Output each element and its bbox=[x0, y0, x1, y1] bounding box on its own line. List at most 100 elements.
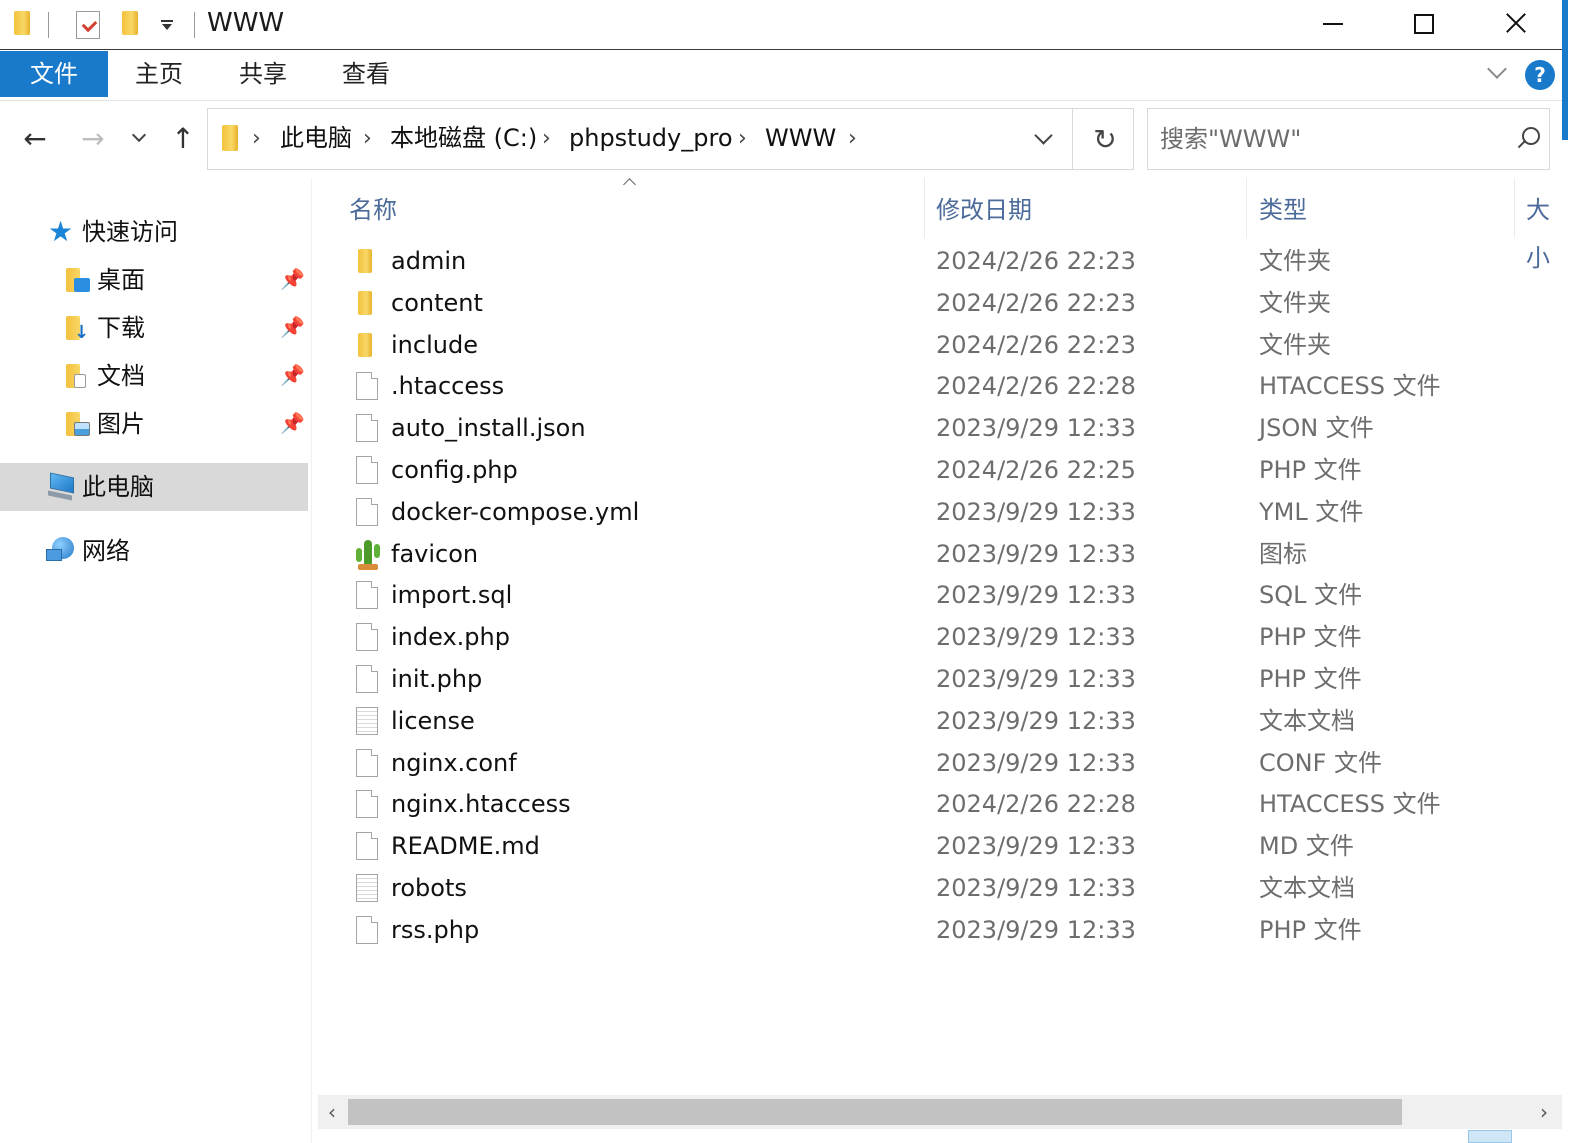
sidebar-item-network[interactable]: 网络 bbox=[0, 527, 308, 575]
sidebar-item-this-pc[interactable]: 此电脑 bbox=[0, 463, 308, 511]
table-row[interactable]: rss.php 2023/9/29 12:33 PHP 文件 bbox=[314, 909, 1562, 951]
file-date: 2023/9/29 12:33 bbox=[936, 874, 1136, 902]
pin-icon[interactable]: 📌 bbox=[280, 268, 305, 290]
maximize-button[interactable] bbox=[1378, 0, 1470, 48]
title-bar: WWW bbox=[0, 0, 1562, 50]
up-arrow-icon[interactable]: ↑ bbox=[168, 124, 198, 154]
ribbon: 文件 主页 共享 查看 ? bbox=[0, 51, 1562, 101]
tab-file[interactable]: 文件 bbox=[0, 51, 108, 97]
table-row[interactable]: admin 2024/2/26 22:23 文件夹 bbox=[314, 240, 1562, 282]
file-date: 2023/9/29 12:33 bbox=[936, 915, 1136, 944]
column-separator[interactable] bbox=[1514, 178, 1515, 238]
sidebar-item-desktop[interactable]: 桌面 📌 bbox=[0, 256, 308, 304]
table-row[interactable]: config.php 2024/2/26 22:25 PHP 文件 bbox=[314, 449, 1562, 491]
address-dropdown-chevron-icon[interactable] bbox=[1034, 131, 1052, 149]
tab-home[interactable]: 主页 bbox=[108, 51, 210, 97]
sidebar-item-label: 快速访问 bbox=[82, 218, 178, 246]
sidebar-item-label: 图片 bbox=[97, 410, 145, 438]
forward-arrow-icon[interactable]: → bbox=[78, 124, 108, 154]
table-row[interactable]: robots 2023/9/29 12:33 文本文档 bbox=[314, 867, 1562, 909]
column-header-size[interactable]: 大小 bbox=[1526, 186, 1562, 272]
table-row[interactable]: favicon 2023/9/29 12:33 图标 bbox=[314, 533, 1562, 575]
file-date: 2023/9/29 12:33 bbox=[936, 748, 1136, 777]
table-row[interactable]: index.php 2023/9/29 12:33 PHP 文件 bbox=[314, 616, 1562, 658]
file-icon bbox=[356, 790, 378, 819]
column-separator[interactable] bbox=[924, 178, 925, 238]
file-type: 文件夹 bbox=[1259, 330, 1331, 359]
breadcrumb-separator-icon[interactable]: › bbox=[848, 127, 862, 151]
sidebar-item-downloads[interactable]: ↓ 下载 📌 bbox=[0, 304, 308, 352]
breadcrumb-local-disk[interactable]: 本地磁盘 (C:) bbox=[390, 121, 537, 155]
documents-folder-icon bbox=[66, 362, 92, 390]
properties-check-icon[interactable] bbox=[76, 11, 100, 39]
breadcrumb-separator-icon[interactable]: › bbox=[542, 127, 556, 151]
file-type: PHP 文件 bbox=[1259, 665, 1362, 693]
table-row[interactable]: docker-compose.yml 2023/9/29 12:33 YML 文件 bbox=[314, 491, 1562, 533]
column-header-date[interactable]: 修改日期 bbox=[936, 186, 1032, 234]
refresh-icon[interactable]: ↻ bbox=[1088, 123, 1122, 157]
table-row[interactable]: README.md 2023/9/29 12:33 MD 文件 bbox=[314, 825, 1562, 867]
address-bar[interactable]: › 此电脑 › 本地磁盘 (C:) › phpstudy_pro › WWW ›… bbox=[207, 108, 1134, 170]
pin-icon[interactable]: 📌 bbox=[280, 364, 305, 386]
search-box[interactable] bbox=[1147, 108, 1550, 170]
table-row[interactable]: include 2024/2/26 22:23 文件夹 bbox=[314, 324, 1562, 366]
breadcrumb-separator-icon[interactable]: › bbox=[738, 127, 752, 151]
quick-access-dropdown-icon[interactable] bbox=[160, 20, 174, 32]
file-icon bbox=[356, 581, 378, 610]
breadcrumb-separator-icon[interactable]: › bbox=[363, 127, 377, 151]
file-type: MD 文件 bbox=[1259, 832, 1354, 861]
file-type: PHP 文件 bbox=[1259, 623, 1362, 652]
horizontal-scrollbar[interactable]: ‹ › bbox=[318, 1095, 1562, 1129]
text-file-icon bbox=[356, 706, 378, 735]
file-type: PHP 文件 bbox=[1259, 915, 1362, 944]
table-row[interactable]: nginx.conf 2023/9/29 12:33 CONF 文件 bbox=[314, 742, 1562, 784]
file-icon bbox=[356, 832, 378, 861]
folder-icon bbox=[358, 249, 372, 273]
new-folder-icon[interactable] bbox=[122, 11, 138, 35]
table-row[interactable]: import.sql 2023/9/29 12:33 SQL 文件 bbox=[314, 574, 1562, 616]
tab-view[interactable]: 查看 bbox=[315, 51, 417, 97]
sidebar-item-documents[interactable]: 文档 📌 bbox=[0, 352, 308, 400]
breadcrumb-this-pc[interactable]: 此电脑 bbox=[280, 121, 352, 155]
folder-icon bbox=[358, 290, 372, 315]
file-date: 2024/2/26 22:23 bbox=[936, 330, 1136, 359]
pin-icon[interactable]: 📌 bbox=[280, 412, 305, 434]
scroll-right-arrow-icon[interactable]: › bbox=[1530, 1095, 1558, 1129]
breadcrumb-www[interactable]: WWW bbox=[765, 121, 836, 155]
file-date: 2023/9/29 12:33 bbox=[936, 497, 1136, 526]
close-button[interactable] bbox=[1470, 0, 1562, 48]
expand-ribbon-chevron-icon[interactable] bbox=[1486, 65, 1508, 79]
breadcrumb-separator-icon[interactable]: › bbox=[252, 127, 266, 151]
file-type: HTACCESS 文件 bbox=[1259, 790, 1441, 819]
table-row[interactable]: init.php 2023/9/29 12:33 PHP 文件 bbox=[314, 658, 1562, 700]
file-name: README.md bbox=[391, 832, 540, 861]
file-date: 2024/2/26 22:28 bbox=[936, 372, 1136, 401]
search-icon[interactable] bbox=[1516, 127, 1540, 151]
recent-locations-chevron-icon[interactable] bbox=[130, 130, 150, 150]
pin-icon[interactable]: 📌 bbox=[280, 316, 305, 338]
search-input[interactable] bbox=[1160, 121, 1500, 157]
minimize-button[interactable] bbox=[1288, 0, 1380, 48]
file-date: 2024/2/26 22:23 bbox=[936, 247, 1136, 275]
column-header-name[interactable]: 名称 bbox=[349, 186, 397, 234]
sidebar-item-pictures[interactable]: 图片 📌 bbox=[0, 400, 308, 448]
help-icon[interactable]: ? bbox=[1525, 60, 1555, 90]
scrollbar-thumb[interactable] bbox=[348, 1099, 1402, 1125]
details-view-toggle[interactable] bbox=[1468, 1130, 1512, 1143]
table-row[interactable]: nginx.htaccess 2024/2/26 22:28 HTACCESS 文件 bbox=[314, 783, 1562, 825]
table-row[interactable]: auto_install.json 2023/9/29 12:33 JSON 文件 bbox=[314, 407, 1562, 449]
sidebar-item-quick-access[interactable]: ★ 快速访问 bbox=[0, 208, 308, 256]
table-row[interactable]: license 2023/9/29 12:33 文本文档 bbox=[314, 700, 1562, 742]
breadcrumb-phpstudy-pro[interactable]: phpstudy_pro bbox=[569, 121, 733, 155]
tab-share[interactable]: 共享 bbox=[212, 51, 314, 97]
sort-ascending-icon bbox=[622, 178, 638, 188]
table-row[interactable]: content 2024/2/26 22:23 文件夹 bbox=[314, 282, 1562, 324]
desktop-folder-icon bbox=[66, 266, 92, 294]
table-row[interactable]: .htaccess 2024/2/26 22:28 HTACCESS 文件 bbox=[314, 365, 1562, 407]
column-separator[interactable] bbox=[1246, 178, 1247, 238]
file-name: license bbox=[391, 706, 475, 735]
file-icon bbox=[356, 665, 378, 693]
column-header-type[interactable]: 类型 bbox=[1259, 186, 1307, 234]
scroll-left-arrow-icon[interactable]: ‹ bbox=[318, 1095, 346, 1129]
back-arrow-icon[interactable]: ← bbox=[20, 124, 50, 154]
